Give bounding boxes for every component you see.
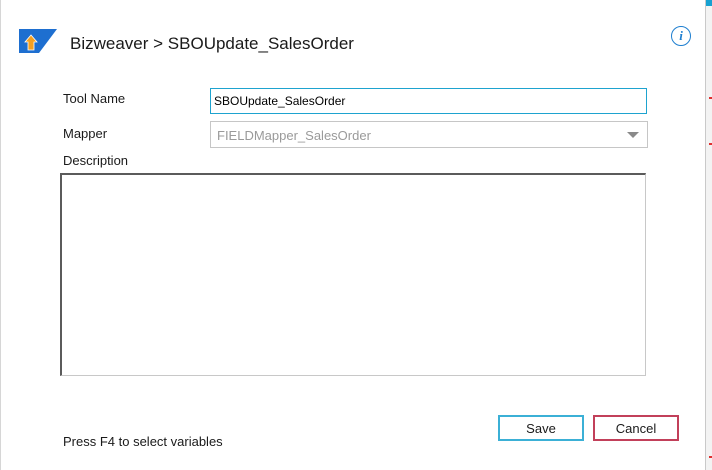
mapper-selected-value: FIELDMapper_SalesOrder xyxy=(217,128,371,143)
tool-dialog: Bizweaver > SBOUpdate_SalesOrder i Tool … xyxy=(0,0,706,470)
save-button[interactable]: Save xyxy=(498,415,584,441)
chevron-down-icon[interactable] xyxy=(627,132,639,138)
tool-name-label: Tool Name xyxy=(63,91,126,106)
description-label: Description xyxy=(63,153,129,168)
mapper-dropdown[interactable]: FIELDMapper_SalesOrder xyxy=(210,121,648,148)
background-strip xyxy=(706,6,712,470)
info-icon[interactable]: i xyxy=(671,26,691,46)
bizweaver-logo-icon xyxy=(19,29,57,53)
variables-hint: Press F4 to select variables xyxy=(63,434,223,449)
tool-name-input[interactable] xyxy=(210,88,647,114)
dialog-title: Bizweaver > SBOUpdate_SalesOrder xyxy=(70,34,354,53)
cancel-button[interactable]: Cancel xyxy=(593,415,679,441)
description-textarea[interactable] xyxy=(60,173,646,376)
mapper-label: Mapper xyxy=(63,126,108,141)
